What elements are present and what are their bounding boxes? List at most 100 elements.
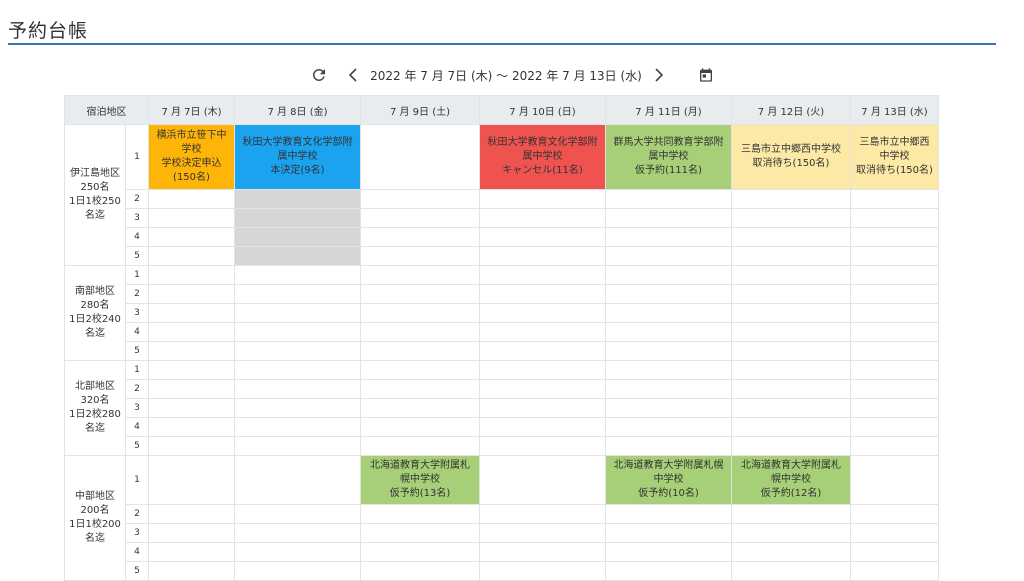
empty-cell[interactable] xyxy=(148,189,235,209)
empty-cell[interactable] xyxy=(234,455,361,505)
empty-cell[interactable] xyxy=(850,189,939,209)
empty-cell[interactable] xyxy=(731,341,851,361)
booking-cell[interactable]: 横浜市立笹下中 学校 学校決定申込 (150名) xyxy=(148,124,235,190)
empty-cell[interactable] xyxy=(234,284,361,304)
empty-cell[interactable] xyxy=(605,398,732,418)
empty-cell[interactable] xyxy=(850,455,939,505)
empty-cell[interactable] xyxy=(148,523,235,543)
empty-cell[interactable] xyxy=(605,542,732,562)
empty-cell[interactable] xyxy=(605,208,732,228)
empty-cell[interactable] xyxy=(479,189,606,209)
empty-cell[interactable] xyxy=(234,436,361,456)
empty-cell[interactable] xyxy=(148,303,235,323)
empty-cell[interactable] xyxy=(731,417,851,437)
empty-cell[interactable] xyxy=(360,379,480,399)
empty-cell[interactable] xyxy=(850,284,939,304)
empty-cell[interactable] xyxy=(605,322,732,342)
empty-cell[interactable] xyxy=(148,227,235,247)
empty-cell[interactable] xyxy=(234,265,361,285)
empty-cell[interactable] xyxy=(360,227,480,247)
empty-cell[interactable] xyxy=(850,436,939,456)
empty-cell[interactable] xyxy=(479,341,606,361)
empty-cell[interactable] xyxy=(148,455,235,505)
empty-cell[interactable] xyxy=(360,436,480,456)
empty-cell[interactable] xyxy=(360,504,480,524)
empty-cell[interactable] xyxy=(479,246,606,266)
empty-cell[interactable] xyxy=(731,208,851,228)
empty-cell[interactable] xyxy=(605,341,732,361)
empty-cell[interactable] xyxy=(148,360,235,380)
empty-cell[interactable] xyxy=(850,208,939,228)
empty-cell[interactable] xyxy=(850,523,939,543)
empty-cell[interactable] xyxy=(605,189,732,209)
empty-cell[interactable] xyxy=(360,208,480,228)
empty-cell[interactable] xyxy=(731,379,851,399)
empty-cell[interactable] xyxy=(148,284,235,304)
empty-cell[interactable] xyxy=(360,523,480,543)
empty-cell[interactable] xyxy=(731,360,851,380)
empty-cell[interactable] xyxy=(360,284,480,304)
chevron-left-icon[interactable] xyxy=(346,68,360,82)
empty-cell[interactable] xyxy=(148,341,235,361)
empty-cell[interactable] xyxy=(731,265,851,285)
empty-cell[interactable] xyxy=(605,246,732,266)
empty-cell[interactable] xyxy=(360,417,480,437)
empty-cell[interactable] xyxy=(605,504,732,524)
empty-cell[interactable] xyxy=(731,303,851,323)
empty-cell[interactable] xyxy=(148,504,235,524)
booking-cell[interactable]: 北海道教育大学附属札幌 中学校 仮予約(10名) xyxy=(605,455,732,505)
empty-cell[interactable] xyxy=(605,284,732,304)
empty-cell[interactable] xyxy=(850,542,939,562)
empty-cell[interactable] xyxy=(731,398,851,418)
empty-cell[interactable] xyxy=(148,379,235,399)
empty-cell[interactable] xyxy=(148,542,235,562)
empty-cell[interactable] xyxy=(479,322,606,342)
empty-cell[interactable] xyxy=(148,322,235,342)
empty-cell[interactable] xyxy=(850,417,939,437)
empty-cell[interactable] xyxy=(234,322,361,342)
empty-cell[interactable] xyxy=(605,523,732,543)
booking-cell[interactable]: 秋田大学教育文化学部附 属中学校 本決定(9名) xyxy=(234,124,361,190)
empty-cell[interactable] xyxy=(605,303,732,323)
empty-cell[interactable] xyxy=(479,208,606,228)
empty-cell[interactable] xyxy=(148,208,235,228)
empty-cell[interactable] xyxy=(234,417,361,437)
empty-cell[interactable] xyxy=(479,227,606,247)
empty-cell[interactable] xyxy=(605,417,732,437)
empty-cell[interactable] xyxy=(731,246,851,266)
booking-cell[interactable]: 北海道教育大学附属札 幌中学校 仮予約(12名) xyxy=(731,455,851,505)
booking-cell[interactable]: 群馬大学共同教育学部附 属中学校 仮予約(111名) xyxy=(605,124,732,190)
empty-cell[interactable] xyxy=(360,360,480,380)
empty-cell[interactable] xyxy=(148,265,235,285)
empty-cell[interactable] xyxy=(479,417,606,437)
booking-cell[interactable]: 三島市立中郷西中学校 取消待ち(150名) xyxy=(731,124,851,190)
empty-cell[interactable] xyxy=(850,341,939,361)
empty-cell[interactable] xyxy=(360,341,480,361)
empty-cell[interactable] xyxy=(731,504,851,524)
empty-cell[interactable] xyxy=(605,436,732,456)
empty-cell[interactable] xyxy=(850,227,939,247)
empty-cell[interactable] xyxy=(360,189,480,209)
empty-cell[interactable] xyxy=(850,504,939,524)
empty-cell[interactable] xyxy=(360,303,480,323)
empty-cell[interactable] xyxy=(850,265,939,285)
empty-cell[interactable] xyxy=(479,455,606,505)
empty-cell[interactable] xyxy=(148,246,235,266)
booking-cell[interactable]: 秋田大学教育文化学部附 属中学校 キャンセル(11名) xyxy=(479,124,606,190)
empty-cell[interactable] xyxy=(850,303,939,323)
empty-cell[interactable] xyxy=(605,379,732,399)
empty-cell[interactable] xyxy=(479,265,606,285)
empty-cell[interactable] xyxy=(479,360,606,380)
empty-cell[interactable] xyxy=(234,504,361,524)
empty-cell[interactable] xyxy=(479,379,606,399)
empty-cell[interactable] xyxy=(479,436,606,456)
empty-cell[interactable] xyxy=(850,360,939,380)
empty-cell[interactable] xyxy=(360,246,480,266)
empty-cell[interactable] xyxy=(148,436,235,456)
empty-cell[interactable] xyxy=(360,322,480,342)
empty-cell[interactable] xyxy=(234,523,361,543)
empty-cell[interactable] xyxy=(479,284,606,304)
empty-cell[interactable] xyxy=(360,542,480,562)
empty-cell[interactable] xyxy=(731,189,851,209)
empty-cell[interactable] xyxy=(234,341,361,361)
